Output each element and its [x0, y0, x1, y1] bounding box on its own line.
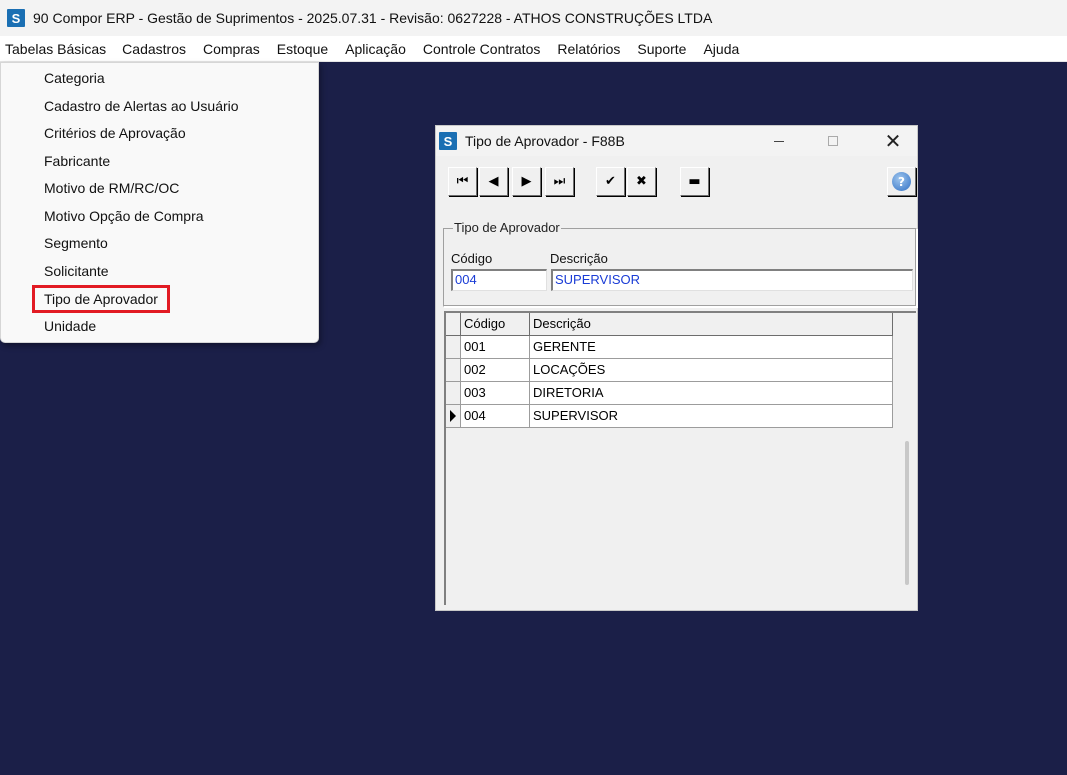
- window-title: Tipo de Aprovador - F88B: [465, 133, 625, 149]
- approver-grid: Código Descrição 001 GERENTE 002 LOCAÇÕE…: [444, 311, 916, 605]
- current-row-pointer-icon: [450, 410, 456, 422]
- cell-codigo[interactable]: 003: [461, 382, 530, 405]
- confirm-button[interactable]: ✔: [596, 167, 625, 196]
- group-legend: Tipo de Aprovador: [453, 220, 561, 235]
- dropdown-item-motivo-rm-rc-oc[interactable]: Motivo de RM/RC/OC: [35, 176, 188, 200]
- cancel-button[interactable]: ✖: [627, 167, 656, 196]
- cell-descricao[interactable]: SUPERVISOR: [530, 405, 893, 428]
- menu-aplicacao[interactable]: Aplicação: [345, 41, 414, 57]
- previous-record-icon: ◀: [488, 174, 499, 189]
- menu-suporte[interactable]: Suporte: [637, 41, 694, 57]
- dropdown-item-cadastro-alertas[interactable]: Cadastro de Alertas ao Usuário: [35, 94, 248, 118]
- row-indicator: [446, 382, 461, 405]
- cell-descricao[interactable]: DIRETORIA: [530, 382, 893, 405]
- maximize-icon: [828, 136, 838, 146]
- app-titlebar: S 90 Compor ERP - Gestão de Suprimentos …: [0, 0, 1067, 36]
- cell-descricao[interactable]: LOCAÇÕES: [530, 359, 893, 382]
- menu-relatorios[interactable]: Relatórios: [557, 41, 628, 57]
- last-record-icon: ⏭: [553, 174, 566, 189]
- grid-header-row: Código Descrição: [446, 313, 893, 336]
- menu-compras[interactable]: Compras: [203, 41, 268, 57]
- table-row[interactable]: 003 DIRETORIA: [446, 382, 893, 405]
- maximize-button[interactable]: [810, 126, 856, 156]
- dropdown-item-criterios-aprovacao[interactable]: Critérios de Aprovação: [35, 121, 195, 145]
- first-record-button[interactable]: ⏮: [448, 167, 477, 196]
- window-logo-icon: S: [439, 132, 457, 150]
- next-record-icon: ▶: [521, 174, 532, 189]
- codigo-field[interactable]: 004: [451, 269, 547, 291]
- column-header-descricao[interactable]: Descrição: [530, 313, 893, 336]
- minus-icon: ▬: [688, 174, 701, 189]
- cell-codigo[interactable]: 004: [461, 405, 530, 428]
- column-header-codigo[interactable]: Código: [461, 313, 530, 336]
- cell-descricao[interactable]: GERENTE: [530, 336, 893, 359]
- help-button[interactable]: ?: [887, 167, 916, 196]
- menu-cadastros[interactable]: Cadastros: [122, 41, 194, 57]
- grid-vertical-scrollbar[interactable]: [905, 441, 909, 585]
- dropdown-item-motivo-opcao-compra[interactable]: Motivo Opção de Compra: [35, 204, 213, 228]
- row-indicator: [446, 405, 461, 428]
- close-icon: ✕: [884, 129, 902, 153]
- dropdown-item-segmento[interactable]: Segmento: [35, 231, 117, 255]
- app-title: 90 Compor ERP - Gestão de Suprimentos - …: [33, 10, 713, 26]
- row-indicator: [446, 336, 461, 359]
- tabelas-basicas-dropdown: Categoria Cadastro de Alertas ao Usuário…: [0, 62, 319, 343]
- menubar: Tabelas Básicas Cadastros Compras Estoqu…: [0, 36, 1067, 62]
- previous-record-button[interactable]: ◀: [479, 167, 508, 196]
- grid-header-indicator: [446, 313, 461, 336]
- menu-controle-contratos[interactable]: Controle Contratos: [423, 41, 549, 57]
- table-row[interactable]: 002 LOCAÇÕES: [446, 359, 893, 382]
- dropdown-item-fabricante[interactable]: Fabricante: [35, 149, 119, 173]
- descricao-label: Descrição: [550, 251, 608, 266]
- next-record-button[interactable]: ▶: [512, 167, 541, 196]
- cell-codigo[interactable]: 001: [461, 336, 530, 359]
- record-toolbar: ⏮ ◀ ▶ ⏭ ✔ ✖ ▬ ?: [436, 156, 917, 204]
- table-row[interactable]: 001 GERENTE: [446, 336, 893, 359]
- codigo-label: Código: [451, 251, 493, 266]
- row-indicator: [446, 359, 461, 382]
- first-record-icon: ⏮: [456, 174, 469, 189]
- menu-ajuda[interactable]: Ajuda: [703, 41, 747, 57]
- checkmark-icon: ✔: [605, 174, 616, 189]
- window-titlebar[interactable]: S Tipo de Aprovador - F88B ✕: [436, 126, 917, 156]
- cell-codigo[interactable]: 002: [461, 359, 530, 382]
- help-icon: ?: [892, 172, 911, 191]
- dropdown-item-tipo-aprovador[interactable]: Tipo de Aprovador: [32, 285, 170, 313]
- delete-button[interactable]: ▬: [680, 167, 709, 196]
- dropdown-item-unidade[interactable]: Unidade: [35, 314, 105, 338]
- dropdown-item-categoria[interactable]: Categoria: [35, 66, 114, 90]
- dropdown-item-solicitante[interactable]: Solicitante: [35, 259, 118, 283]
- table-row[interactable]: 004 SUPERVISOR: [446, 405, 893, 428]
- minimize-button[interactable]: [756, 126, 802, 156]
- app-logo-icon: S: [7, 9, 25, 27]
- tipo-aprovador-window: S Tipo de Aprovador - F88B ✕ ⏮ ◀ ▶ ⏭ ✔ ✖…: [435, 125, 918, 611]
- cancel-x-icon: ✖: [636, 174, 647, 189]
- last-record-button[interactable]: ⏭: [545, 167, 574, 196]
- menu-tabelas-basicas[interactable]: Tabelas Básicas: [4, 41, 114, 57]
- menu-estoque[interactable]: Estoque: [277, 41, 336, 57]
- descricao-field[interactable]: SUPERVISOR: [551, 269, 913, 291]
- tipo-aprovador-group: Tipo de Aprovador Código Descrição 004 S…: [443, 220, 917, 307]
- minimize-icon: [774, 140, 784, 142]
- close-button[interactable]: ✕: [870, 126, 916, 156]
